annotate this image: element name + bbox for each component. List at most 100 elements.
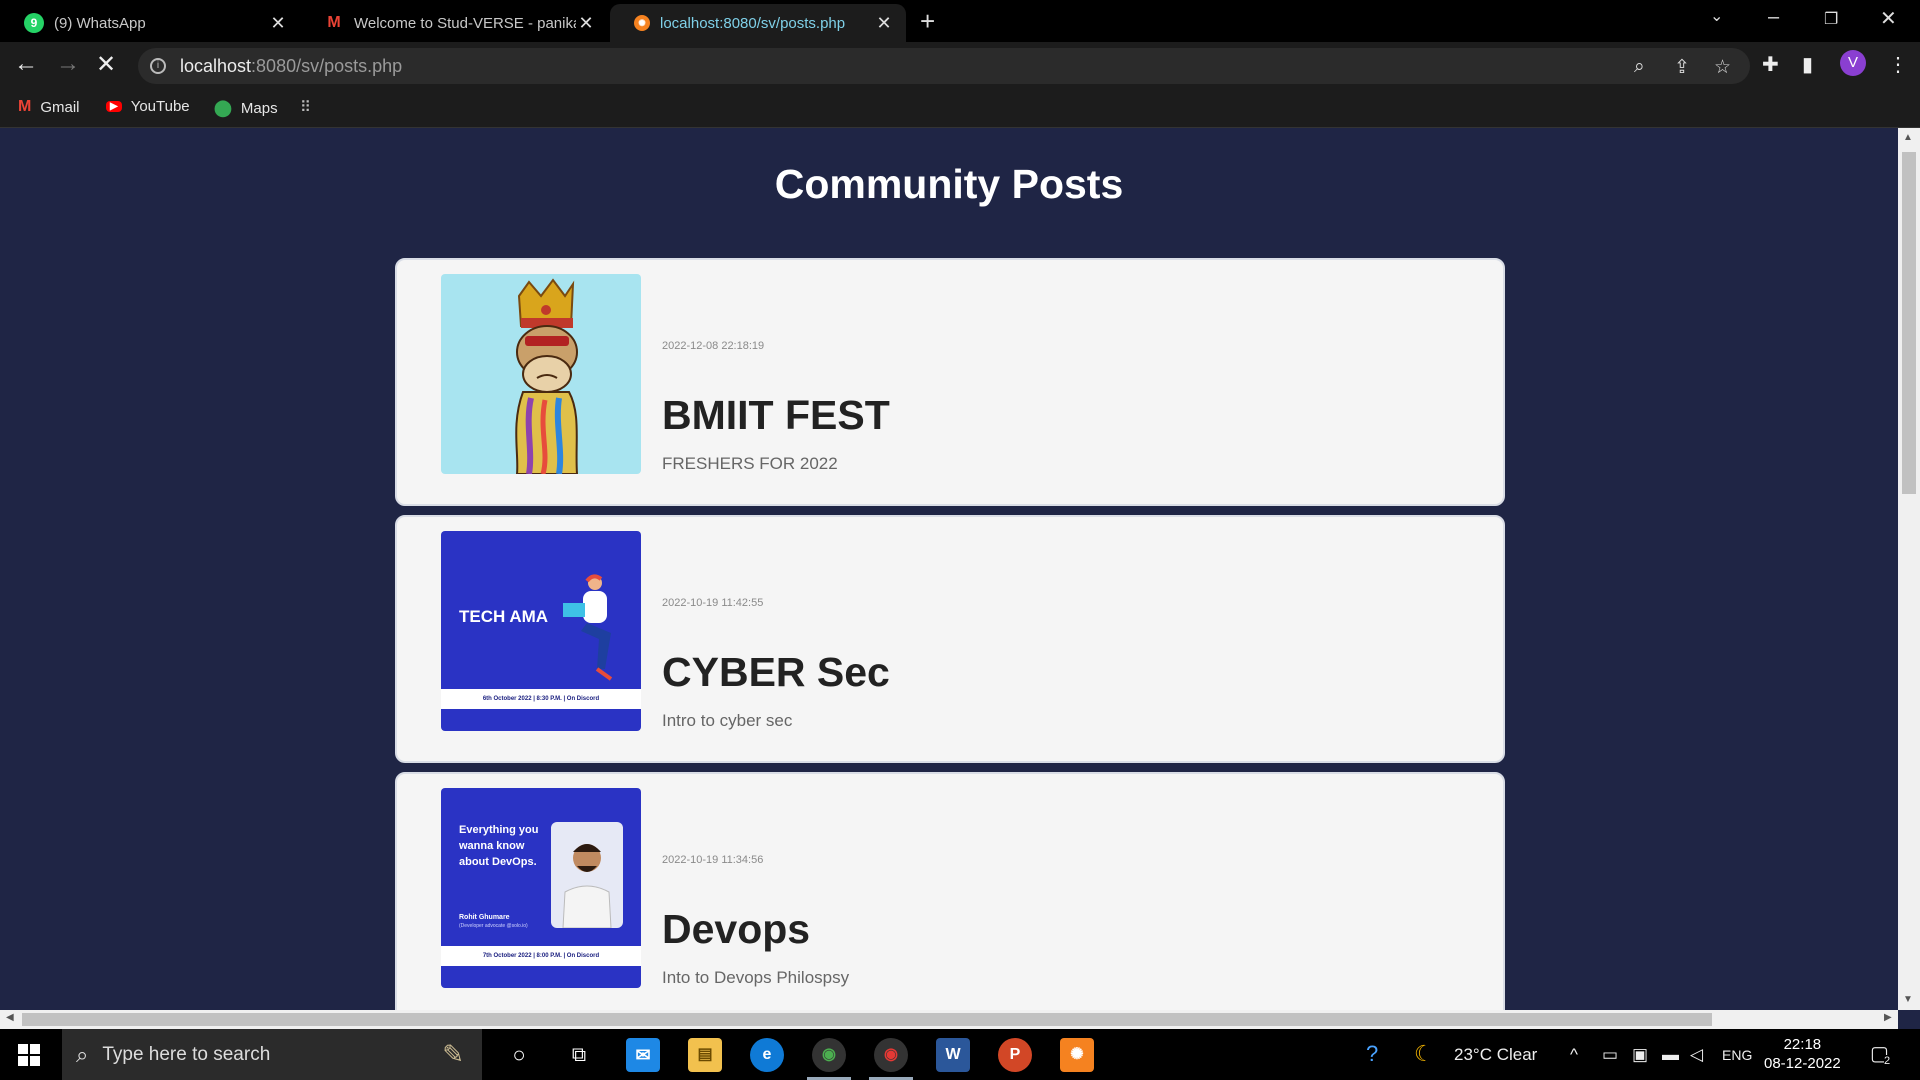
post-title[interactable]: BMIIT FEST <box>662 392 890 439</box>
clock-date: 08-12-2022 <box>1764 1055 1841 1072</box>
close-icon[interactable]: ✕ <box>576 13 596 34</box>
scroll-up-icon[interactable]: ▲ <box>1903 132 1913 143</box>
bookmark-label: Gmail <box>40 98 80 116</box>
help-icon[interactable]: ? <box>1366 1041 1378 1067</box>
poster-heading: TECH AMA <box>459 607 549 626</box>
gmail-icon: M <box>327 14 341 31</box>
whatsapp-icon: 9 <box>24 13 44 33</box>
windows-taskbar: ⌕ Type here to search ✎ ○ ⧉ ✉ ▤ e ◉ ◉ W … <box>0 1029 1920 1080</box>
address-url: localhost:8080/sv/posts.php <box>180 55 403 76</box>
mail-icon[interactable]: ✉ <box>626 1038 660 1072</box>
new-tab-button[interactable]: + <box>920 6 935 37</box>
volume-icon[interactable]: ◁ <box>1690 1045 1703 1065</box>
poster-speaker-role: (Developer advocate @solo.io) <box>459 923 528 929</box>
close-icon[interactable]: ✕ <box>874 13 894 34</box>
tab-label: Welcome to Stud-VERSE - panika <box>354 14 576 32</box>
taskbar-search[interactable]: ⌕ Type here to search ✎ <box>62 1029 482 1080</box>
horizontal-scroll-thumb[interactable] <box>22 1013 1712 1026</box>
search-icon: ⌕ <box>76 1041 89 1067</box>
stop-loading-button[interactable]: ✕ <box>96 50 116 79</box>
windows-start-icon[interactable] <box>18 1044 40 1066</box>
scroll-down-icon[interactable]: ▼ <box>1903 994 1913 1005</box>
powerpoint-icon[interactable]: P <box>998 1038 1032 1072</box>
gmail-icon: M <box>18 98 32 115</box>
edge-icon[interactable]: e <box>750 1038 784 1072</box>
cortana-icon[interactable]: ○ <box>502 1038 536 1072</box>
browser-tab-bar: 9 (9) WhatsApp ✕ M Welcome to Stud-VERSE… <box>0 0 1920 42</box>
search-highlight-icon: ✎ <box>442 1039 464 1069</box>
tab-posts[interactable]: ✺ localhost:8080/sv/posts.php ✕ <box>610 4 906 42</box>
close-icon[interactable]: ✕ <box>268 13 288 34</box>
language-indicator[interactable]: ENG <box>1722 1047 1752 1063</box>
forward-button[interactable]: → <box>56 50 80 78</box>
side-panel-icon[interactable]: ▮ <box>1802 52 1813 77</box>
meet-now-icon[interactable]: ▭ <box>1602 1045 1618 1065</box>
zoom-icon[interactable]: ⌕ <box>1634 56 1645 78</box>
post-description: Intro to cyber sec <box>662 711 793 730</box>
tab-search-icon[interactable]: ⌄ <box>1710 6 1723 26</box>
system-clock[interactable]: 22:18 08-12-2022 <box>1764 1035 1841 1073</box>
profile-avatar[interactable]: V <box>1840 50 1866 76</box>
bookmark-label: Maps <box>240 99 278 117</box>
bookmark-maps[interactable]: ⬤ Maps <box>214 98 278 118</box>
address-bar[interactable]: i localhost:8080/sv/posts.php ⌕ ⇪ ☆ <box>138 48 1750 84</box>
word-icon[interactable]: W <box>936 1038 970 1072</box>
weather-moon-icon: ☾ <box>1414 1041 1434 1066</box>
restore-button[interactable]: ❐ <box>1824 9 1838 29</box>
post-title[interactable]: Devops <box>662 906 810 953</box>
vertical-scrollbar[interactable]: ▲ ▼ <box>1898 128 1920 1010</box>
page-title: Community Posts <box>774 161 1124 207</box>
horizontal-scrollbar[interactable]: ◀ ▶ <box>0 1010 1898 1029</box>
scroll-right-icon[interactable]: ▶ <box>1884 1012 1892 1023</box>
site-info-icon[interactable]: i <box>150 58 166 74</box>
task-view-icon[interactable]: ⧉ <box>562 1038 596 1072</box>
file-explorer-icon[interactable]: ▤ <box>688 1038 722 1072</box>
post-card[interactable]: TECH AMA 6th October 2022 | 8:30 P.M. | … <box>395 515 1505 763</box>
post-title[interactable]: CYBER Sec <box>662 649 890 696</box>
tab-label: localhost:8080/sv/posts.php <box>660 14 846 32</box>
share-icon[interactable]: ⇪ <box>1674 56 1690 79</box>
youtube-icon: ▶ <box>106 101 122 112</box>
maps-icon: ⬤ <box>214 100 232 117</box>
menu-icon[interactable]: ⋮ <box>1888 52 1908 77</box>
extensions-icon[interactable]: ✚ <box>1762 52 1779 77</box>
chrome-icon[interactable]: ◉ <box>874 1038 908 1072</box>
devops-poster-image: Everything you wanna know about DevOps. … <box>441 788 641 988</box>
bookmark-star-icon[interactable]: ☆ <box>1714 56 1731 79</box>
post-description: FRESHERS FOR 2022 <box>662 454 838 473</box>
post-date: 2022-12-08 22:18:19 <box>662 340 765 352</box>
scroll-left-icon[interactable]: ◀ <box>6 1012 14 1023</box>
vertical-scroll-thumb[interactable] <box>1902 152 1916 494</box>
page-viewport: Community Posts 2022-12-08 22:18:19 BMII… <box>0 128 1898 1010</box>
poster-heading: Everything you wanna know about DevOps. <box>459 824 539 868</box>
minimize-button[interactable]: – <box>1768 6 1779 29</box>
bookmark-gmail[interactable]: M Gmail <box>18 98 80 116</box>
xampp-icon[interactable]: ✺ <box>1060 1038 1094 1072</box>
bookmark-youtube[interactable]: ▶ YouTube <box>106 98 190 115</box>
apps-grid-icon[interactable]: ⠿ <box>300 98 311 116</box>
poster-footer: 6th October 2022 | 8:30 P.M. | On Discor… <box>441 689 641 709</box>
battery-icon[interactable]: ▬ <box>1662 1045 1679 1065</box>
notification-count: 2 <box>1884 1055 1891 1067</box>
browser-toolbar: ← → ✕ i localhost:8080/sv/posts.php ⌕ ⇪ … <box>0 42 1920 90</box>
tab-label: (9) WhatsApp <box>54 14 146 32</box>
tech-ama-poster-image: TECH AMA 6th October 2022 | 8:30 P.M. | … <box>441 531 641 731</box>
display-icon[interactable]: ▣ <box>1632 1045 1648 1065</box>
post-description: Into to Devops Philospsy <box>662 968 850 987</box>
tab-gmail[interactable]: M Welcome to Stud-VERSE - panika ✕ <box>300 4 608 42</box>
weather-text[interactable]: 23°C Clear <box>1454 1045 1537 1065</box>
bookmarks-bar: M Gmail ▶ YouTube ⬤ Maps ⠿ <box>0 90 1920 128</box>
tab-whatsapp[interactable]: 9 (9) WhatsApp ✕ <box>0 4 300 42</box>
chrome-profile-icon[interactable]: ◉ <box>812 1038 846 1072</box>
xampp-icon: ✺ <box>634 15 650 31</box>
post-date: 2022-10-19 11:42:55 <box>662 597 764 609</box>
clock-time: 22:18 <box>1783 1036 1822 1053</box>
post-card[interactable]: 2022-12-08 22:18:19 BMIIT FEST FRESHERS … <box>395 258 1505 506</box>
speaker-photo <box>551 822 623 928</box>
close-window-button[interactable]: ✕ <box>1880 6 1897 31</box>
show-hidden-icons[interactable]: ^ <box>1570 1045 1578 1065</box>
post-card[interactable]: Everything you wanna know about DevOps. … <box>395 772 1505 1010</box>
bookmark-label: YouTube <box>130 98 190 115</box>
back-button[interactable]: ← <box>14 50 38 78</box>
poster-speaker: Rohit Ghumare <box>459 914 510 921</box>
